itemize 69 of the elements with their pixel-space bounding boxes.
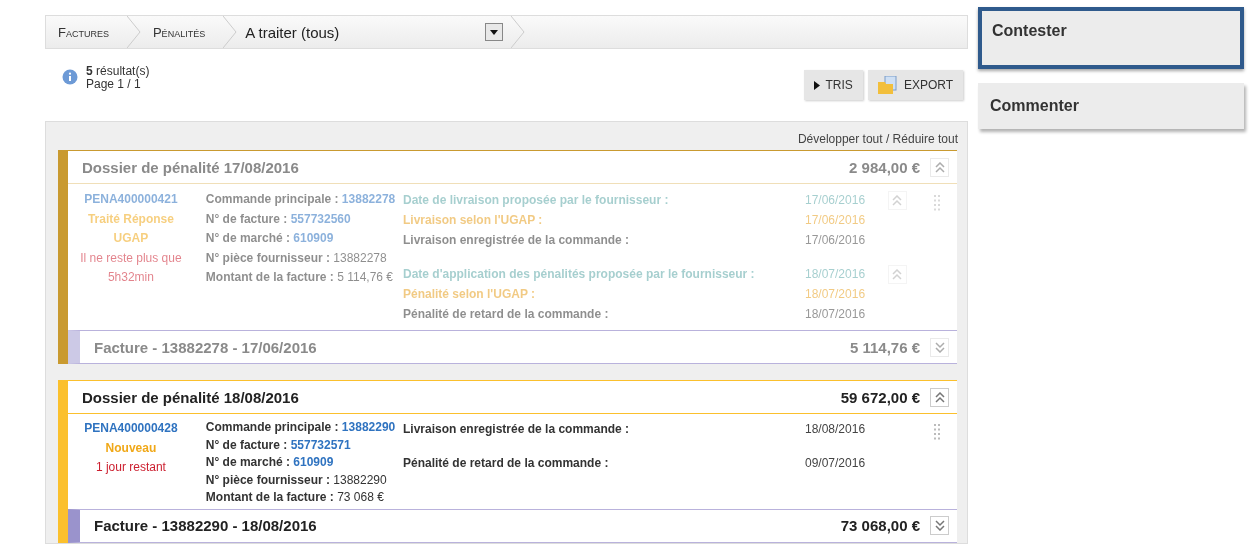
invoice-field: Commande principale : 13882290 xyxy=(205,419,403,437)
date-value: 18/08/2016 xyxy=(805,422,867,436)
date-label: Livraison enregistrée de la commande : xyxy=(403,422,631,436)
filter-label: A traiter (tous) xyxy=(244,23,341,41)
dossier-title: Dossier de pénalité 17/08/2016 xyxy=(82,158,299,176)
expand-collapse-link[interactable]: Développer tout / Réduire tout xyxy=(797,132,958,146)
date-value: 17/06/2016 xyxy=(805,193,867,207)
dropdown-button[interactable] xyxy=(485,23,504,41)
group-toggle[interactable] xyxy=(887,190,907,210)
drag-handle-icon[interactable] xyxy=(934,424,940,440)
dossier-status: Nouveau xyxy=(104,439,158,457)
invoice-field: N° de marché : 610909 xyxy=(205,229,403,249)
invoice-field: N° pièce fournisseur : 13882278 xyxy=(205,248,403,268)
invoice-amount: 5 114,76 € xyxy=(849,338,920,356)
date-value: 09/07/2016 xyxy=(805,456,867,470)
chevron-separator-icon xyxy=(126,16,141,48)
drag-handle-icon[interactable] xyxy=(934,195,940,211)
double-chevron-up-icon xyxy=(892,194,902,206)
invoice-field: N° de facture : 557732571 xyxy=(205,436,403,454)
double-chevron-up-icon xyxy=(934,391,945,403)
info-icon xyxy=(62,69,78,85)
collapse-toggle[interactable] xyxy=(930,387,949,407)
date-value: 18/07/2016 xyxy=(805,307,867,321)
action-button[interactable]: Contester xyxy=(978,7,1244,69)
dossier-amount: 2 984,00 € xyxy=(849,158,920,176)
date-value: 17/06/2016 xyxy=(805,233,867,247)
date-label: Pénalité de retard de la commande : xyxy=(403,307,610,321)
folder-document-icon xyxy=(877,76,898,94)
export-button[interactable]: EXPORT xyxy=(867,70,963,100)
chevron-separator-icon xyxy=(511,16,526,48)
group-toggle[interactable] xyxy=(887,264,907,284)
date-label: Date d'application des pénalités proposée par le fournisseur : xyxy=(403,267,756,281)
date-value: 18/07/2016 xyxy=(805,287,867,301)
double-chevron-down-icon xyxy=(934,341,945,353)
date-label: Livraison enregistrée de la commande : xyxy=(403,233,631,247)
play-icon xyxy=(813,80,820,90)
date-value: 17/06/2016 xyxy=(805,213,867,227)
time-remaining: 1 jour restant xyxy=(95,459,166,476)
invoice-field: N° pièce fournisseur : 13882290 xyxy=(205,471,403,489)
caret-down-icon xyxy=(490,29,499,35)
breadcrumb-link[interactable]: Pénalités xyxy=(140,16,224,48)
double-chevron-up-icon xyxy=(892,268,902,280)
invoice-field: N° de facture : 557732560 xyxy=(205,209,403,229)
invoice-title: Facture - 13882278 - 17/06/2016 xyxy=(94,338,317,356)
dossier-title: Dossier de pénalité 18/08/2016 xyxy=(82,388,299,406)
date-label: Pénalité selon l'UGAP : xyxy=(403,287,536,301)
date-label: Date de livraison proposée par le fournisseur : xyxy=(403,193,670,207)
sort-button[interactable]: TRIS xyxy=(803,70,863,100)
invoice-field: N° de marché : 610909 xyxy=(205,454,403,472)
page-indicator: Page 1 / 1 xyxy=(86,78,141,91)
breadcrumb-link[interactable]: Factures xyxy=(46,16,127,48)
invoice-amount: 73 068,00 € xyxy=(840,517,920,534)
action-button[interactable]: Commenter xyxy=(978,83,1244,129)
dossier-amount: 59 672,00 € xyxy=(840,388,920,406)
date-label: Livraison selon l'UGAP : xyxy=(403,213,544,227)
double-chevron-down-icon xyxy=(934,520,945,531)
double-chevron-up-icon xyxy=(934,161,945,173)
date-label: Pénalité de retard de la commande : xyxy=(403,456,610,470)
invoice-field: Montant de la facture : 5 114,76 € xyxy=(205,268,403,288)
dossier-status: Traité Réponse UGAP xyxy=(86,210,175,247)
results-count: 5 résultat(s) xyxy=(86,65,150,78)
invoice-field: Montant de la facture : 73 068 € xyxy=(205,489,403,507)
time-remaining: Il ne reste plus que 5h32min xyxy=(80,249,182,286)
dossier-id[interactable]: PENA400000428 xyxy=(84,419,178,439)
expand-toggle[interactable] xyxy=(930,516,949,535)
chevron-separator-icon xyxy=(223,16,238,48)
invoice-title: Facture - 13882290 - 18/08/2016 xyxy=(94,517,317,534)
invoice-field: Commande principale : 13882278 xyxy=(205,190,403,210)
date-value: 18/07/2016 xyxy=(805,267,867,281)
